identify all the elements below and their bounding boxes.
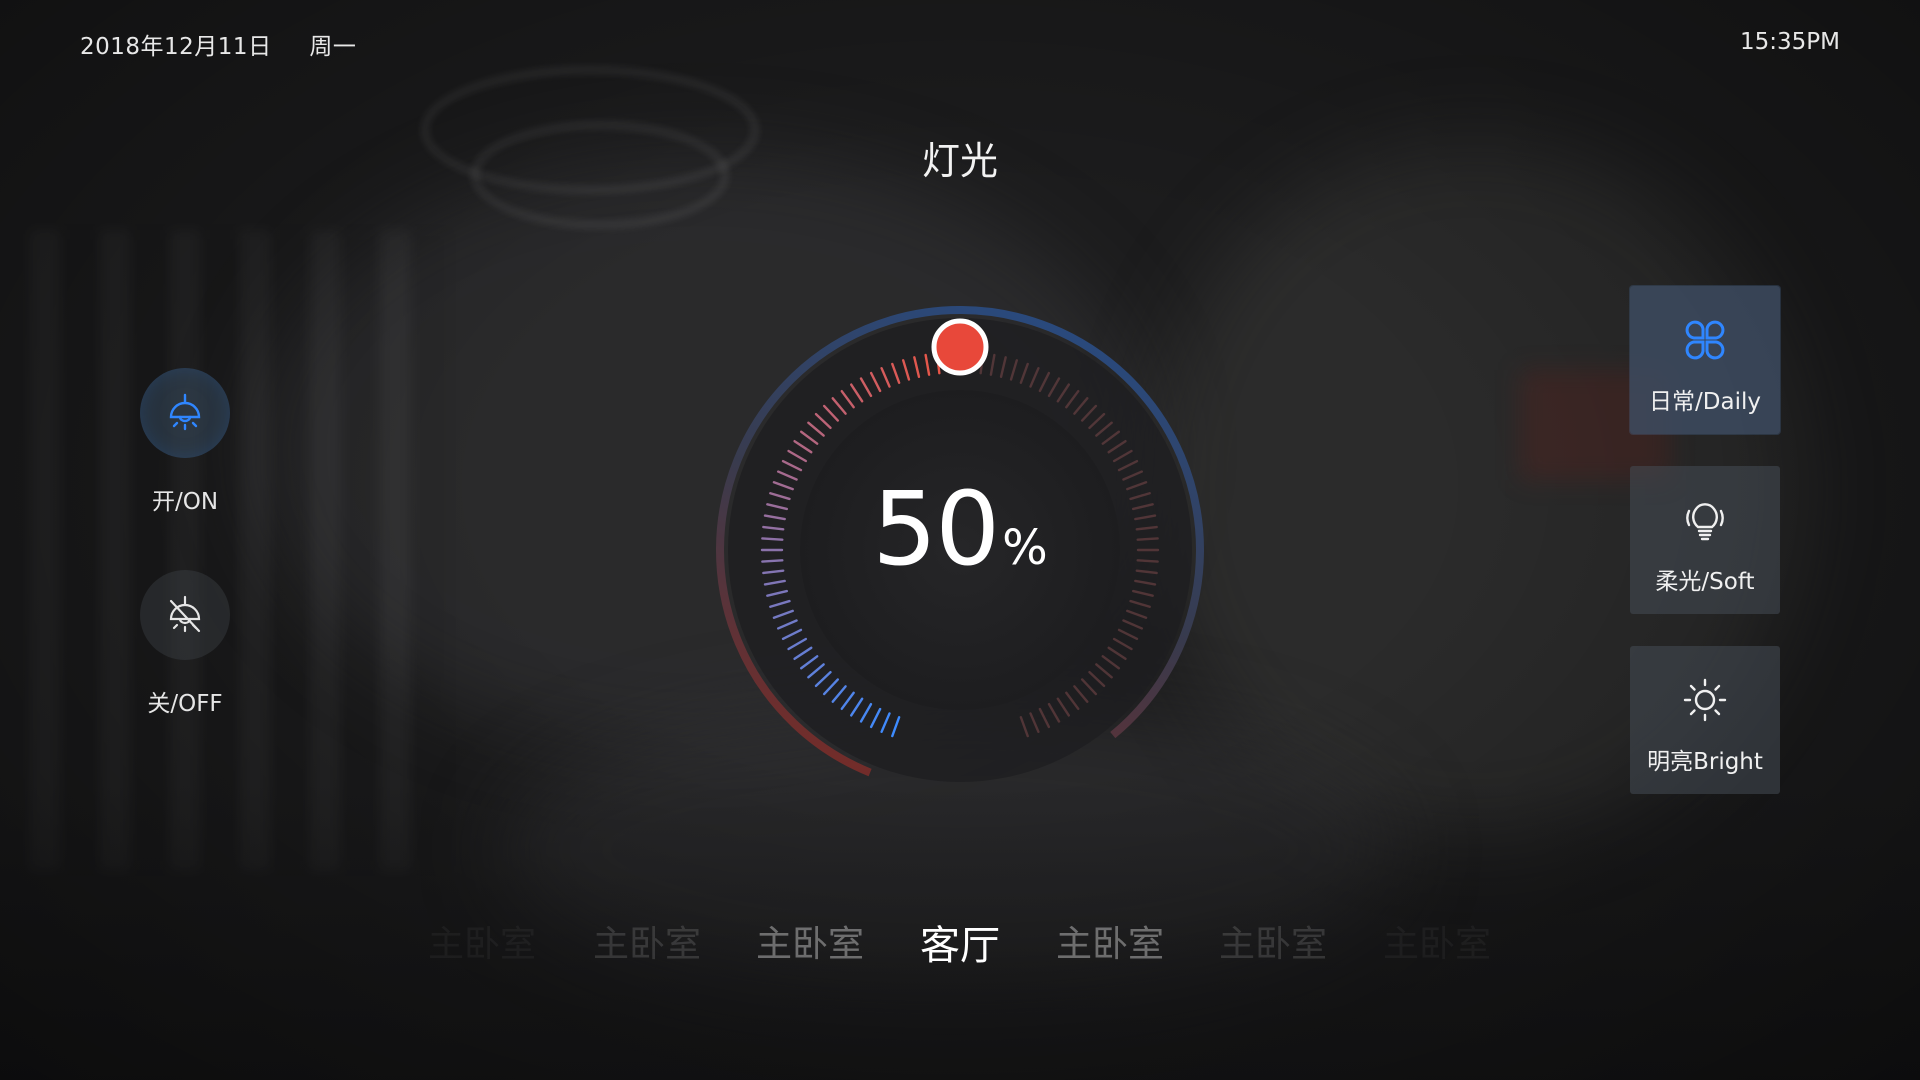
- time-display: 15:35PM: [1740, 29, 1840, 55]
- dial-knob[interactable]: [931, 318, 989, 376]
- mode-daily-button[interactable]: 日常/Daily: [1630, 286, 1780, 434]
- mode-soft-button[interactable]: 柔光/Soft: [1630, 466, 1780, 614]
- page-title: 灯光: [921, 139, 998, 183]
- ceiling-lamp-off-icon[interactable]: [140, 570, 230, 660]
- mode-soft-label: 柔光/Soft: [1655, 569, 1755, 595]
- lightbulb-icon: [1630, 494, 1780, 546]
- mode-daily-label: 日常/Daily: [1649, 389, 1761, 415]
- brightness-readout: 50%: [700, 470, 1220, 589]
- four-petal-grid-icon: [1630, 314, 1780, 366]
- power-on-label: 开/ON: [151, 489, 219, 515]
- weekday-text: 周一: [309, 34, 357, 60]
- room-tab[interactable]: 主卧室: [428, 915, 536, 967]
- power-on-button[interactable]: 开/ON: [120, 368, 250, 516]
- date-display: 2018年12月11日 周一: [80, 27, 386, 61]
- mode-bright-label: 明亮Bright: [1647, 749, 1763, 775]
- date-text: 2018年12月11日: [80, 34, 272, 60]
- ceiling-lamp-on-icon[interactable]: [140, 368, 230, 458]
- room-tab[interactable]: 主卧室: [593, 915, 701, 967]
- room-tab[interactable]: 主卧室: [1219, 915, 1327, 967]
- room-selector: 主卧室 主卧室 主卧室 客厅 主卧室 主卧室 主卧室: [0, 915, 1920, 969]
- brightness-unit: %: [1002, 520, 1048, 576]
- power-off-label: 关/OFF: [147, 691, 223, 717]
- mode-bright-button[interactable]: 明亮Bright: [1630, 646, 1780, 794]
- power-off-button[interactable]: 关/OFF: [120, 570, 250, 718]
- room-tab[interactable]: 主卧室: [1383, 915, 1491, 967]
- room-tab[interactable]: 主卧室: [1056, 915, 1164, 967]
- room-tab-active[interactable]: 客厅: [920, 913, 1000, 971]
- room-tab[interactable]: 主卧室: [756, 915, 864, 967]
- sun-icon: [1630, 674, 1780, 726]
- brightness-value: 50: [872, 470, 1000, 589]
